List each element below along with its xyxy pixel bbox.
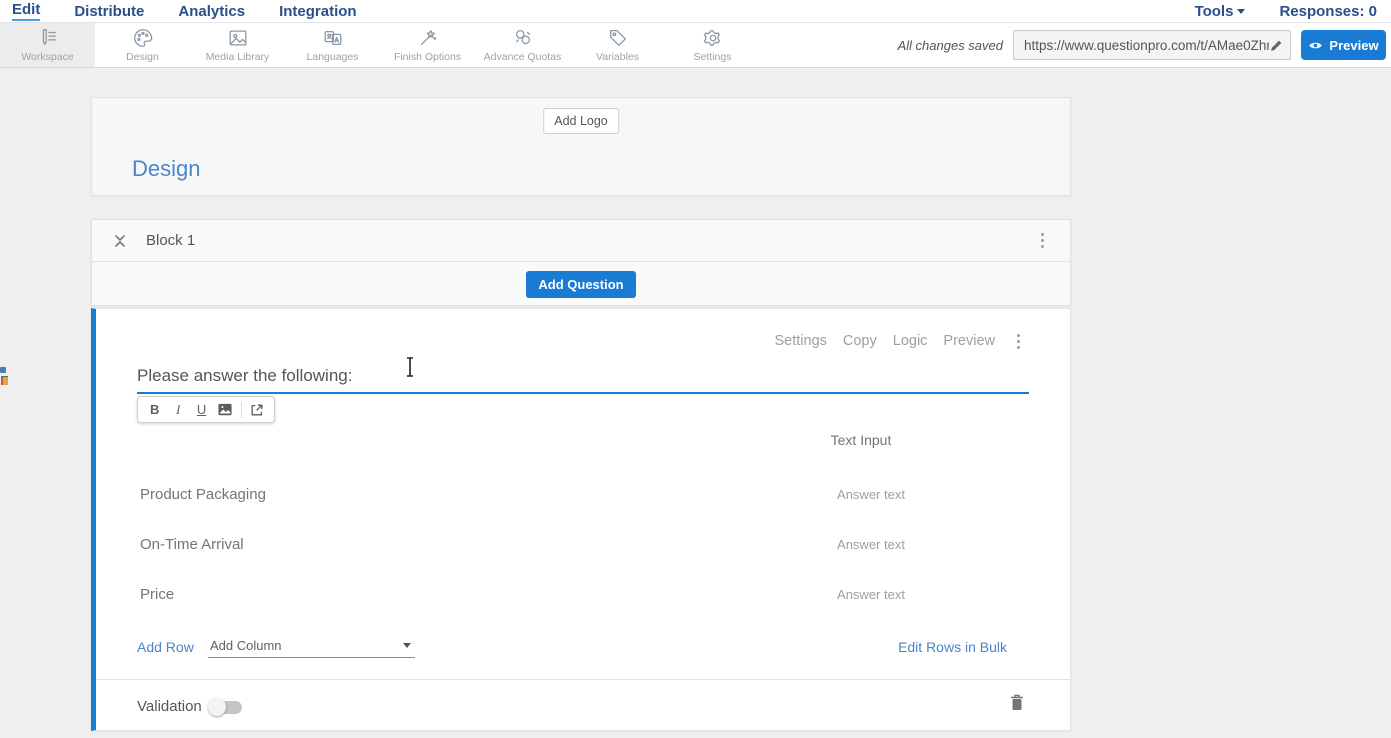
toolbar-label: Finish Options [394, 51, 461, 63]
wand-icon [417, 27, 439, 49]
matrix-row-label[interactable]: On-Time Arrival [140, 536, 244, 553]
add-question-button[interactable]: Add Question [526, 271, 635, 298]
toolbar-label: Design [126, 51, 159, 63]
survey-url-box [1013, 30, 1291, 60]
responses-link[interactable]: Responses: 0 [1279, 3, 1377, 20]
question-title-input[interactable]: Please answer the following: [137, 366, 352, 386]
toolbar-separator [241, 402, 242, 418]
answer-text-placeholder[interactable]: Answer text [796, 587, 946, 602]
matrix-row-label[interactable]: Product Packaging [140, 486, 266, 503]
italic-button[interactable]: I [167, 399, 188, 420]
toggle-knob [208, 698, 226, 716]
nav-analytics[interactable]: Analytics [178, 3, 245, 20]
toolbar-label: Advance Quotas [484, 51, 562, 63]
question-settings-link[interactable]: Settings [774, 333, 826, 349]
block-header: Block 1 [92, 220, 1070, 262]
toolbar-item-settings[interactable]: Settings [665, 23, 760, 67]
tools-menu[interactable]: Tools [1195, 3, 1246, 20]
column-header-text-input: Text Input [796, 432, 926, 448]
toolbar-label: Workspace [21, 51, 73, 63]
preview-button[interactable]: Preview [1301, 30, 1386, 60]
select-caret-icon [403, 643, 411, 648]
add-logo-button[interactable]: Add Logo [543, 108, 619, 134]
question-card: Settings Copy Logic Preview Please answe… [91, 308, 1071, 731]
nav-edit[interactable]: Edit [12, 1, 40, 21]
toolbar-item-variables[interactable]: Variables [570, 23, 665, 67]
external-link-icon [250, 403, 264, 417]
toolbar-item-media-library[interactable]: Media Library [190, 23, 285, 67]
validation-label: Validation [137, 698, 202, 715]
gear-icon [702, 27, 724, 49]
footer-divider [96, 679, 1070, 680]
eye-icon [1308, 40, 1323, 51]
top-nav: Edit Distribute Analytics Integration To… [0, 0, 1391, 23]
format-toolbar: B I U [137, 396, 275, 423]
add-column-select[interactable]: Add Column [208, 636, 415, 658]
question-preview-link[interactable]: Preview [943, 333, 995, 349]
validation-toggle[interactable] [210, 701, 242, 714]
answer-text-placeholder[interactable]: Answer text [796, 487, 946, 502]
toolbar-item-languages[interactable]: Languages [285, 23, 380, 67]
toolbar-label: Variables [596, 51, 639, 63]
workspace-icon [37, 27, 59, 49]
design-title[interactable]: Design [132, 156, 200, 182]
nav-distribute[interactable]: Distribute [74, 3, 144, 20]
block-menu-kebab-icon[interactable] [1041, 233, 1044, 248]
question-title-underline [137, 392, 1029, 394]
palette-icon [132, 27, 154, 49]
toolbar-label: Languages [307, 51, 359, 63]
block-panel: Block 1 Add Question [91, 219, 1071, 306]
answer-text-placeholder[interactable]: Answer text [796, 537, 946, 552]
edit-rows-in-bulk-link[interactable]: Edit Rows in Bulk [898, 639, 1007, 655]
delete-question-trash-icon[interactable] [1010, 694, 1024, 716]
image-glyph-icon [218, 403, 232, 416]
question-menu-kebab-icon[interactable] [1017, 334, 1020, 349]
add-question-row: Add Question [92, 262, 1070, 307]
toolbar-label: Settings [694, 51, 732, 63]
block-title: Block 1 [146, 232, 195, 249]
nav-integration[interactable]: Integration [279, 3, 357, 20]
collapse-block-icon[interactable] [114, 235, 126, 247]
question-actions: Settings Copy Logic Preview [774, 333, 1020, 349]
toolbar-item-design[interactable]: Design [95, 23, 190, 67]
design-panel: Add Logo Design [91, 97, 1071, 196]
toolbar-item-workspace[interactable]: Workspace [0, 23, 95, 67]
toolbar-label: Media Library [206, 51, 270, 63]
edit-pencil-icon[interactable] [1269, 38, 1284, 53]
insert-link-button[interactable] [247, 399, 268, 420]
image-icon [227, 27, 249, 49]
clipped-edge-artifact-icon [0, 367, 9, 389]
insert-image-button[interactable] [214, 399, 235, 420]
question-logic-link[interactable]: Logic [893, 333, 928, 349]
add-row-link[interactable]: Add Row [137, 639, 194, 655]
survey-url-input[interactable] [1024, 38, 1269, 53]
text-cursor-ibeam [404, 356, 416, 383]
translate-icon [322, 27, 344, 49]
tag-icon [607, 27, 629, 49]
toolbar-right: All changes saved Preview [897, 23, 1391, 67]
toolbar-item-finish-options[interactable]: Finish Options [380, 23, 475, 67]
add-column-label: Add Column [210, 638, 282, 653]
tools-label: Tools [1195, 3, 1234, 20]
top-nav-links: Edit Distribute Analytics Integration [0, 1, 357, 21]
question-copy-link[interactable]: Copy [843, 333, 877, 349]
bold-button[interactable]: B [144, 399, 165, 420]
top-nav-right: Tools Responses: 0 [1195, 3, 1391, 20]
editor-toolbar: Workspace Design Media Library Languages… [0, 23, 1391, 68]
preview-label: Preview [1329, 38, 1378, 53]
save-status: All changes saved [897, 38, 1003, 53]
underline-button[interactable]: U [191, 399, 212, 420]
chevron-down-icon [1237, 9, 1245, 14]
links-icon [512, 27, 534, 49]
toolbar-item-advance-quotas[interactable]: Advance Quotas [475, 23, 570, 67]
matrix-row-label[interactable]: Price [140, 586, 174, 603]
